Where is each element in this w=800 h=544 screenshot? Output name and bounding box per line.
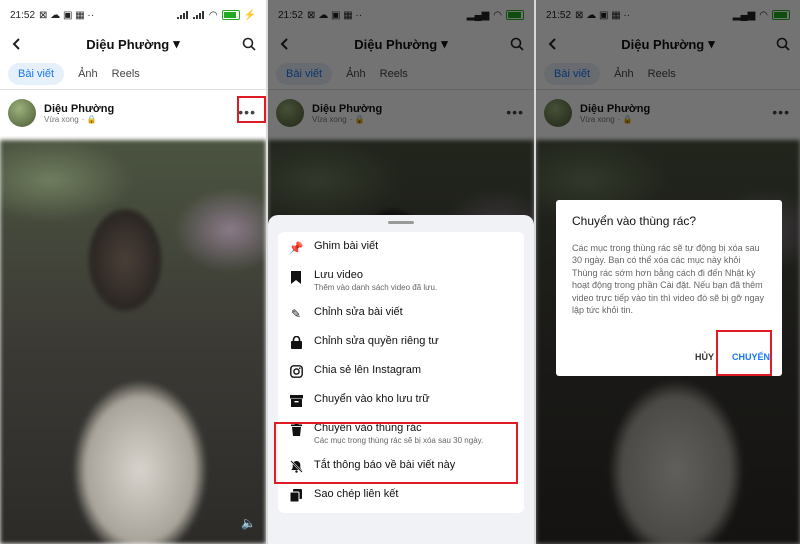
lock-icon <box>288 335 304 351</box>
battery-icon <box>221 10 240 20</box>
tab-posts[interactable]: Bài viết <box>8 62 65 85</box>
profile-title-dropdown[interactable]: Diệu Phường▾ <box>86 36 179 52</box>
volume-icon[interactable]: 🔈 <box>241 516 256 530</box>
profile-name: Diệu Phường <box>86 36 170 52</box>
menu-item-label: Chia sẻ lên Instagram <box>314 363 421 376</box>
status-bar: 21:52 ⊠ ☁ ▣ ▦ ·· ◠ ⚡ <box>0 0 266 30</box>
notification-icons: ⊠ ☁ ▣ ▦ ·· <box>39 9 95 21</box>
privacy-lock-icon: · 🔒 <box>81 114 97 124</box>
screen-post-menu: 21:52⊠ ☁ ▣ ▦ ·· ▂▄▆◠ Diệu Phường▾ Bài vi… <box>268 0 534 544</box>
highlight-more-options <box>237 96 266 123</box>
menu-item-label: Lưu video <box>314 269 363 281</box>
highlight-move-to-trash <box>274 422 518 484</box>
post-video[interactable] <box>0 140 266 544</box>
menu-item-pin-post[interactable]: 📌 Ghim bài viết <box>278 234 524 263</box>
dialog-title: Chuyển vào thùng rác? <box>572 214 697 228</box>
search-icon[interactable] <box>242 37 256 51</box>
menu-item-share-instagram[interactable]: Chia sẻ lên Instagram <box>278 358 524 387</box>
screen-confirm-dialog: 21:52⊠ ☁ ▣ ▦ ·· ▂▄▆◠ Diệu Phường▾ Bài vi… <box>536 0 800 544</box>
tab-reels[interactable]: Reels <box>112 68 140 80</box>
pencil-icon: ✎ <box>290 306 302 321</box>
dialog-body: Các mục trong thùng rác sẽ tự động bị xó… <box>572 243 765 316</box>
menu-item-label: Chuyển vào kho lưu trữ <box>314 392 430 405</box>
post-options-sheet: 📌 Ghim bài viết Lưu video Thêm vào danh s… <box>268 215 534 544</box>
status-time: 21:52 <box>10 9 36 21</box>
caret-down-icon: ▾ <box>173 36 180 51</box>
wifi-icon: ◠ <box>208 9 218 21</box>
menu-item-copy-link[interactable]: Sao chép liên kết <box>278 482 524 511</box>
highlight-confirm-button <box>716 330 772 376</box>
cancel-button[interactable]: HỦY <box>695 352 714 362</box>
instagram-icon <box>288 364 304 380</box>
menu-item-save-video[interactable]: Lưu video Thêm vào danh sách video đã lưu… <box>278 263 524 300</box>
post-time: Vừa xong <box>44 114 79 124</box>
menu-item-label: Ghim bài viết <box>314 240 379 252</box>
copy-link-icon <box>288 488 304 504</box>
signal-icon <box>176 11 188 19</box>
menu-item-label: Chỉnh sửa bài viết <box>314 305 403 318</box>
sheet-drag-handle[interactable] <box>388 221 414 224</box>
bookmark-icon <box>288 269 304 285</box>
back-arrow-icon[interactable] <box>10 37 24 51</box>
avatar[interactable] <box>8 99 36 127</box>
profile-tabs: Bài viết Ảnh Reels <box>0 58 266 90</box>
post-header: Diệu Phường Vừa xong· 🔒 ••• <box>0 90 266 136</box>
charging-icon: ⚡ <box>243 9 256 21</box>
screen-profile-post: 21:52 ⊠ ☁ ▣ ▦ ·· ◠ ⚡ Diệu Phường ▾ Bài viế… <box>0 0 266 544</box>
menu-item-label: Chỉnh sửa quyền riêng tư <box>314 334 439 347</box>
menu-item-archive[interactable]: Chuyển vào kho lưu trữ <box>278 387 524 416</box>
menu-item-label: Sao chép liên kết <box>314 487 399 500</box>
pin-icon: 📌 <box>288 241 304 255</box>
tab-photos[interactable]: Ảnh <box>78 68 98 80</box>
menu-item-edit-post[interactable]: ✎ Chỉnh sửa bài viết <box>278 300 524 329</box>
menu-item-desc: Thêm vào danh sách video đã lưu. <box>314 283 438 292</box>
top-nav: Diệu Phường▾ <box>0 30 266 58</box>
menu-item-edit-privacy[interactable]: Chỉnh sửa quyền riêng tư <box>278 329 524 358</box>
post-author[interactable]: Diệu Phường <box>44 103 114 115</box>
archive-icon <box>288 393 304 409</box>
signal-icon <box>192 11 204 19</box>
